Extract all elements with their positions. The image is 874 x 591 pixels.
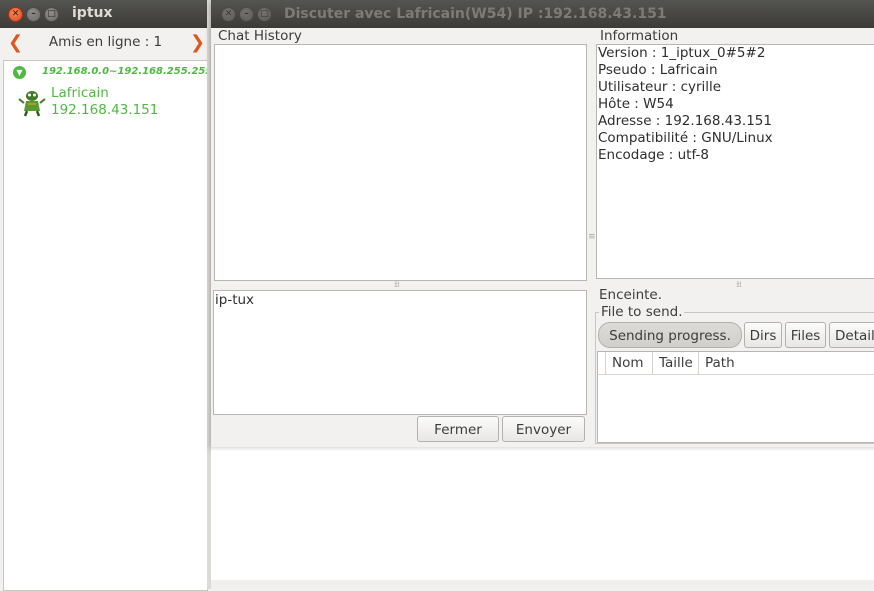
friend-name: Lafricain [51,85,109,101]
information-frame: Information Version : 1_iptux_0#5#2 Pseu… [595,28,874,282]
group-row[interactable]: ▼ 192.168.0.0~192.168.255.255 (1) [4,63,232,81]
info-compatibility: Compatibilité : GNU/Linux [598,130,773,146]
friend-item[interactable]: Lafricain 192.168.43.151 [4,85,207,121]
file-list-header: Nom Taille Path [598,352,874,375]
info-address: Adresse : 192.168.43.151 [598,113,772,129]
friend-list[interactable]: ▼ 192.168.0.0~192.168.255.255 (1) Lafric… [3,60,232,591]
info-pseudo: Pseudo : Lafricain [598,62,718,78]
chevron-right-icon[interactable]: ❯ [190,32,205,53]
tab-sending-progress[interactable]: Sending progress. [598,322,742,348]
background-window-footer [211,580,874,589]
column-path[interactable]: Path [699,352,874,374]
file-to-send-frame: File to send. Sending progress. Dirs Fil… [595,304,874,444]
information-view: Version : 1_iptux_0#5#2 Pseudo : Lafrica… [596,44,874,279]
message-input-text: ip-tux [215,292,255,308]
pal-avatar-icon [18,91,46,117]
information-label: Information [598,28,681,44]
tab-files[interactable]: Files [785,322,826,348]
column-nom[interactable]: Nom [606,352,653,374]
chat-window-title: Discuter avec Lafricain(W54) IP :192.168… [284,6,667,22]
send-button[interactable]: Envoyer [502,416,585,442]
minimize-window-icon[interactable]: – [239,7,254,22]
minimize-window-icon[interactable]: – [26,7,41,22]
tab-dirs[interactable]: Dirs [744,322,782,348]
close-window-icon[interactable]: ✕ [221,7,236,22]
chat-history-label: Chat History [216,28,304,44]
online-friends-label: Amis en ligne : 1 [48,34,163,50]
chevron-down-circle-icon[interactable]: ▼ [13,66,26,79]
background-window-area [211,447,874,589]
maximize-window-icon[interactable]: □ [257,7,272,22]
close-window-icon[interactable]: ✕ [8,7,23,22]
info-encoding: Encodage : utf-8 [598,147,709,163]
pane-grip-vertical[interactable]: ≡ [588,232,595,242]
file-to-send-label: File to send. [599,304,685,320]
group-label: 192.168.0.0~192.168.255.255 (1) [42,66,232,77]
chat-history-frame: Chat History [213,28,588,282]
close-button[interactable]: Fermer [417,416,499,442]
chat-history-view[interactable] [214,44,587,281]
chat-window: ✕ – □ Discuter avec Lafricain(W54) IP :1… [211,0,874,447]
main-titlebar: ✕ – □ iptux [0,0,211,28]
file-list-table[interactable]: Nom Taille Path [597,351,874,443]
info-version: Version : 1_iptux_0#5#2 [598,45,766,61]
column-spacer [598,352,606,374]
main-window-title: iptux [72,5,113,21]
pane-grip-horizontal-right[interactable]: ⁞⁞⁞ [736,280,742,289]
column-taille[interactable]: Taille [653,352,699,374]
info-user: Utilisateur : cyrille [598,79,722,95]
online-friends-bar: ❮ Amis en ligne : 1 ❯ [0,28,211,58]
info-host: Hôte : W54 [598,96,674,112]
maximize-window-icon[interactable]: □ [44,7,59,22]
pane-grip-horizontal[interactable]: ⁞⁞⁞ [394,280,400,289]
window-shadow [211,447,874,451]
friend-ip: 192.168.43.151 [51,102,159,118]
message-input[interactable]: ip-tux [213,290,587,415]
enclosure-label: Enceinte. [597,287,665,303]
chat-titlebar: ✕ – □ Discuter avec Lafricain(W54) IP :1… [211,0,874,28]
tab-detail[interactable]: Detail [829,322,874,348]
